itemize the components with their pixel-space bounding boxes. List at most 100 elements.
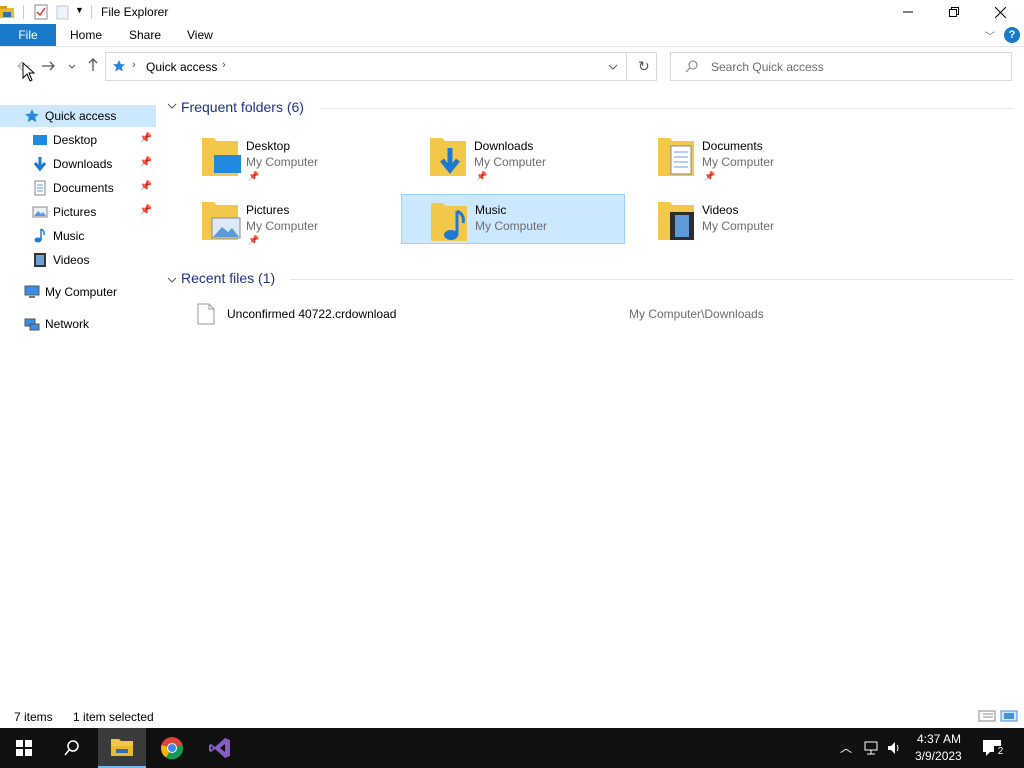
details-view-icon[interactable]: [978, 710, 996, 722]
downloads-icon: [33, 157, 47, 172]
computer-icon: [24, 285, 40, 298]
sidebar-item-pictures[interactable]: Pictures 📌: [0, 201, 156, 223]
folder-tile-desktop[interactable]: Desktop My Computer 📌: [200, 130, 424, 181]
properties-icon[interactable]: [33, 4, 49, 20]
customize-toolbar-icon[interactable]: ▼: [75, 5, 84, 15]
folder-location: My Computer: [475, 219, 548, 233]
pin-icon: 📌: [139, 157, 152, 168]
pin-icon: 📌: [139, 205, 152, 216]
mouse-cursor-icon: [22, 62, 36, 82]
folder-name: Desktop: [246, 139, 291, 153]
up-button[interactable]: [83, 58, 103, 76]
sidebar-item-label: Music: [53, 229, 85, 243]
desktop-icon: [33, 135, 47, 145]
start-button[interactable]: [0, 728, 48, 768]
file-explorer-icon: [111, 739, 133, 756]
clock-date[interactable]: 3/9/2023: [915, 749, 962, 763]
sidebar-item-network[interactable]: Network: [0, 313, 156, 335]
windows-logo-icon: [16, 740, 32, 756]
breadcrumb-chevron-icon[interactable]: ›: [222, 59, 226, 71]
sidebar-item-desktop[interactable]: Desktop 📌: [0, 129, 156, 151]
sidebar-item-label: Downloads: [53, 157, 113, 171]
pin-icon: 📌: [248, 171, 260, 181]
sidebar-item-label: Documents: [53, 181, 114, 195]
item-count: 7 items: [14, 710, 53, 724]
folder-location: My Computer: [702, 219, 775, 233]
expand-ribbon-icon[interactable]: ﹀: [985, 28, 995, 43]
sidebar-item-downloads[interactable]: Downloads 📌: [0, 153, 156, 175]
new-folder-icon[interactable]: [55, 4, 71, 20]
documents-icon: [34, 180, 46, 196]
volume-icon[interactable]: [886, 740, 902, 756]
folder-location: My Computer: [474, 155, 547, 169]
taskbar-file-explorer[interactable]: [98, 728, 146, 768]
tab-home[interactable]: Home: [60, 24, 112, 46]
tab-view[interactable]: View: [177, 24, 223, 46]
divider: [91, 5, 92, 19]
pin-icon: 📌: [139, 133, 152, 144]
sidebar-item-quick-access[interactable]: Quick access: [0, 105, 156, 127]
address-dropdown-icon[interactable]: [608, 64, 618, 70]
network-tray-icon[interactable]: [863, 740, 879, 756]
folder-tile-videos[interactable]: Videos My Computer: [656, 194, 880, 244]
close-button[interactable]: [977, 0, 1023, 24]
taskbar-chrome[interactable]: [148, 728, 196, 768]
action-center-button[interactable]: 2: [982, 739, 1007, 760]
divider: [626, 53, 627, 80]
sidebar-item-documents[interactable]: Documents 📌: [0, 177, 156, 199]
sidebar-item-label: My Computer: [45, 285, 118, 299]
visual-studio-icon: [209, 738, 230, 758]
chevron-down-icon: [68, 64, 76, 69]
sidebar-item-my-computer[interactable]: My Computer: [0, 281, 156, 303]
sidebar-item-label: Videos: [53, 253, 90, 267]
sidebar-item-videos[interactable]: Videos: [0, 249, 156, 271]
frequent-folders-header[interactable]: Frequent folders (6): [181, 99, 304, 115]
folder-icon[interactable]: [0, 4, 16, 20]
minimize-button[interactable]: [885, 0, 931, 24]
sidebar-item-label: Pictures: [53, 205, 97, 219]
breadcrumb[interactable]: Quick access: [146, 60, 217, 74]
taskbar: ︿ 4:37 AM 3/9/2023 2: [0, 728, 1024, 768]
chrome-icon: [160, 737, 184, 760]
group-divider: [290, 279, 1014, 280]
tab-share[interactable]: Share: [119, 24, 171, 46]
music-folder-icon: [431, 203, 467, 241]
large-icons-view-icon[interactable]: [1000, 710, 1018, 722]
sidebar-item-music[interactable]: Music: [0, 225, 156, 247]
videos-folder-icon: [658, 202, 694, 240]
search-box[interactable]: Search Quick access: [670, 52, 1012, 81]
folder-tile-downloads[interactable]: Downloads My Computer 📌: [428, 130, 652, 181]
sidebar-item-label: Desktop: [53, 133, 98, 147]
recent-file-row[interactable]: Unconfirmed 40722.crdownload My Computer…: [190, 300, 1014, 326]
pin-icon: 📌: [704, 171, 716, 181]
folder-tile-documents[interactable]: Documents My Computer 📌: [656, 130, 880, 181]
recent-files-header[interactable]: Recent files (1): [181, 270, 275, 286]
recent-locations-button[interactable]: [62, 58, 82, 76]
clock-time[interactable]: 4:37 AM: [917, 732, 961, 746]
address-bar[interactable]: › Quick access › ↻: [105, 52, 657, 81]
pin-icon: 📌: [248, 235, 260, 245]
forward-button[interactable]: [38, 58, 58, 76]
search-button[interactable]: [48, 728, 96, 768]
help-icon[interactable]: ?: [1004, 27, 1020, 43]
collapse-group-icon[interactable]: [167, 272, 177, 286]
tab-file[interactable]: File: [0, 24, 56, 46]
ribbon-tabs: File Home Share View ﹀ ?: [0, 24, 1024, 47]
folder-tile-music[interactable]: Music My Computer: [401, 194, 625, 244]
sidebar-item-label: Quick access: [45, 109, 117, 123]
folder-location: My Computer: [246, 219, 319, 233]
minimize-icon: [903, 11, 913, 13]
show-hidden-icons[interactable]: ︿: [840, 739, 852, 756]
restore-button[interactable]: [931, 0, 977, 24]
folder-tile-pictures[interactable]: Pictures My Computer 📌: [200, 194, 424, 245]
restore-icon: [949, 7, 959, 17]
refresh-icon[interactable]: ↻: [638, 58, 650, 75]
search-input[interactable]: Search Quick access: [711, 60, 824, 74]
folder-location: My Computer: [246, 155, 319, 169]
navigation-pane: Quick access Desktop 📌 Downloads 📌 Docum…: [0, 100, 157, 705]
file-icon: [197, 303, 215, 325]
search-icon: [64, 740, 79, 756]
network-icon: [24, 318, 40, 331]
collapse-group-icon[interactable]: [167, 101, 177, 111]
taskbar-visual-studio[interactable]: [196, 728, 244, 768]
